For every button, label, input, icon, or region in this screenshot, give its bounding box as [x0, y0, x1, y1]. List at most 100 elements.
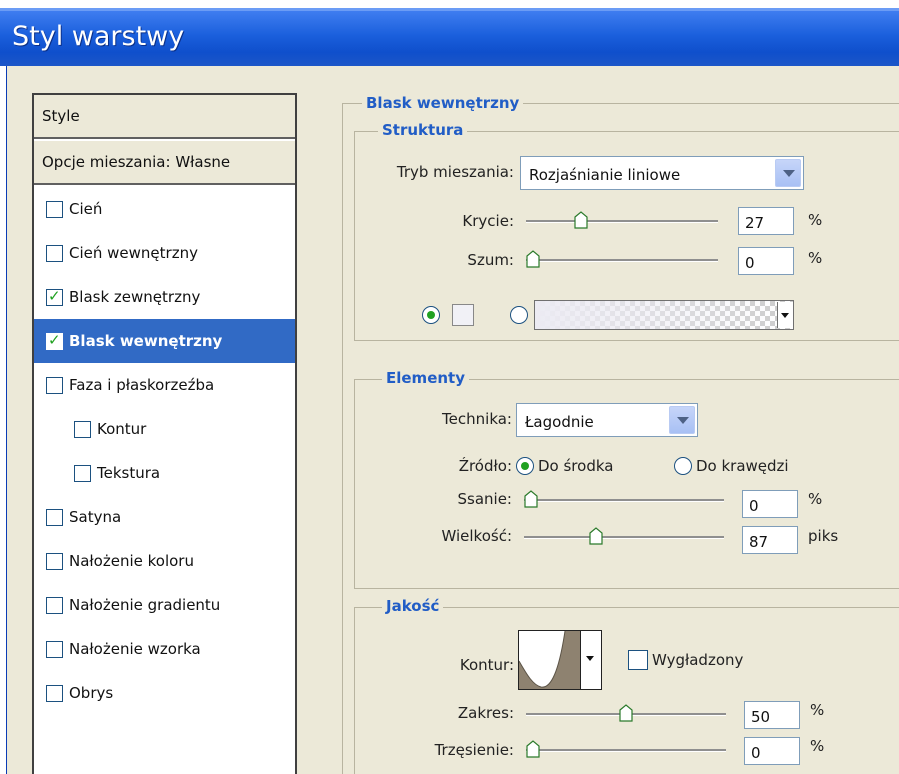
style-item-label: Kontur	[97, 420, 147, 438]
opacity-label: Krycie:	[462, 212, 514, 230]
opacity-slider[interactable]	[526, 211, 718, 229]
antialiased-checkbox[interactable]	[628, 650, 648, 670]
satin-checkbox[interactable]	[46, 508, 63, 526]
contour-picker[interactable]	[518, 630, 602, 690]
gradient-overlay-checkbox[interactable]	[46, 596, 63, 614]
choke-input[interactable]: 0	[742, 490, 798, 518]
size-unit: piks	[808, 527, 839, 545]
texture-checkbox[interactable]	[74, 464, 91, 482]
glow-color-swatch[interactable]	[452, 304, 474, 326]
noise-unit: %	[808, 249, 823, 267]
layer-style-dialog: Styl warstwy Style Opcje mieszania: Włas…	[0, 0, 899, 774]
quality-legend: Jakość	[382, 597, 444, 615]
jitter-label: Trzęsienie:	[434, 741, 514, 759]
choke-slider[interactable]	[524, 490, 724, 508]
source-edge-label: Do krawędzi	[696, 457, 789, 475]
pattern-overlay-checkbox[interactable]	[46, 640, 63, 658]
slider-thumb[interactable]	[524, 490, 538, 508]
blending-options-label: Opcje mieszania: Własne	[42, 153, 231, 171]
noise-slider[interactable]	[526, 250, 718, 268]
style-item-inner-glow[interactable]: Blask wewnętrzny	[34, 319, 295, 363]
gradient-picker[interactable]	[534, 300, 794, 330]
slider-thumb[interactable]	[619, 704, 633, 722]
slider-thumb[interactable]	[574, 211, 588, 229]
elements-legend: Elementy	[382, 369, 469, 387]
contour-dropdown-icon[interactable]	[580, 631, 601, 689]
title-bar[interactable]: Styl warstwy	[0, 8, 899, 66]
slider-thumb[interactable]	[589, 527, 603, 545]
technique-label: Technika:	[442, 410, 512, 428]
style-item-outer-glow[interactable]: Blask zewnętrzny	[34, 275, 295, 319]
range-unit: %	[810, 701, 825, 719]
style-item-satin[interactable]: Satyna	[34, 495, 295, 539]
style-item-pattern-overlay[interactable]: Nałożenie wzorka	[34, 627, 295, 671]
blend-mode-value: Rozjaśnianie liniowe	[529, 166, 681, 184]
drop-shadow-checkbox[interactable]	[46, 200, 63, 218]
contour-label: Kontur:	[459, 656, 514, 674]
contour-checkbox[interactable]	[74, 420, 91, 438]
blending-options-item[interactable]: Opcje mieszania: Własne	[34, 141, 295, 185]
technique-select[interactable]: Łagodnie	[516, 403, 698, 437]
style-list-header-label: Style	[42, 107, 80, 125]
technique-value: Łagodnie	[525, 413, 594, 431]
style-item-label: Cień	[69, 200, 103, 218]
style-item-label: Faza i płaskorzeźba	[69, 376, 215, 394]
slider-thumb[interactable]	[526, 740, 540, 758]
style-item-label: Tekstura	[97, 464, 161, 482]
jitter-slider[interactable]	[526, 740, 726, 758]
noise-label: Szum:	[467, 251, 514, 269]
style-item-label: Blask wewnętrzny	[69, 332, 223, 350]
style-item-label: Blask zewnętrzny	[69, 288, 201, 306]
structure-legend: Struktura	[378, 121, 468, 139]
source-center-label: Do środka	[538, 457, 614, 475]
window-title: Styl warstwy	[12, 21, 185, 52]
jitter-input[interactable]: 0	[744, 737, 800, 765]
style-item-bevel-emboss[interactable]: Faza i płaskorzeźba	[34, 363, 295, 407]
range-input[interactable]: 50	[744, 701, 800, 729]
chevron-down-icon[interactable]	[775, 159, 801, 187]
range-slider[interactable]	[526, 704, 726, 722]
style-item-label: Obrys	[69, 684, 114, 702]
blend-mode-label: Tryb mieszania:	[396, 163, 514, 181]
bevel-emboss-checkbox[interactable]	[46, 376, 63, 394]
solid-color-radio[interactable]	[422, 306, 440, 324]
chevron-down-icon[interactable]	[669, 406, 695, 434]
color-overlay-checkbox[interactable]	[46, 552, 63, 570]
inner-shadow-checkbox[interactable]	[46, 244, 63, 262]
panel-title: Blask wewnętrzny	[362, 94, 524, 112]
style-list: Style Opcje mieszania: Własne Cień Cień …	[32, 93, 297, 774]
style-list-header[interactable]: Style	[34, 95, 295, 139]
style-item-label: Nałożenie gradientu	[69, 596, 221, 614]
slider-track	[524, 499, 724, 502]
antialiased-label: Wygładzony	[652, 651, 744, 669]
choke-unit: %	[808, 490, 823, 508]
slider-thumb[interactable]	[526, 250, 540, 268]
opacity-input[interactable]: 27	[738, 207, 794, 235]
style-item-texture[interactable]: Tekstura	[34, 451, 295, 495]
choke-label: Ssanie:	[457, 490, 513, 508]
style-item-drop-shadow[interactable]: Cień	[34, 187, 295, 231]
outer-glow-checkbox[interactable]	[46, 287, 63, 306]
size-input[interactable]: 87	[742, 526, 798, 554]
inner-glow-panel: Blask wewnętrzny Struktura Tryb mieszani…	[330, 93, 899, 774]
blend-mode-select[interactable]: Rozjaśnianie liniowe	[520, 156, 804, 190]
style-item-color-overlay[interactable]: Nałożenie koloru	[34, 539, 295, 583]
inner-glow-checkbox[interactable]	[46, 331, 63, 350]
contour-curve-icon	[519, 631, 581, 689]
slider-track	[526, 749, 726, 752]
stroke-checkbox[interactable]	[46, 684, 63, 702]
noise-input[interactable]: 0	[738, 247, 794, 275]
size-label: Wielkość:	[441, 527, 512, 545]
slider-track	[526, 220, 718, 223]
gradient-radio[interactable]	[510, 306, 528, 324]
style-item-label: Nałożenie koloru	[69, 552, 194, 570]
size-slider[interactable]	[524, 527, 724, 545]
style-item-stroke[interactable]: Obrys	[34, 671, 295, 715]
style-item-gradient-overlay[interactable]: Nałożenie gradientu	[34, 583, 295, 627]
style-item-inner-shadow[interactable]: Cień wewnętrzny	[34, 231, 295, 275]
source-center-radio[interactable]	[516, 457, 534, 475]
gradient-dropdown-icon[interactable]	[777, 302, 793, 328]
source-edge-radio[interactable]	[674, 457, 692, 475]
source-label: Źródło:	[458, 457, 512, 475]
style-item-contour[interactable]: Kontur	[34, 407, 295, 451]
